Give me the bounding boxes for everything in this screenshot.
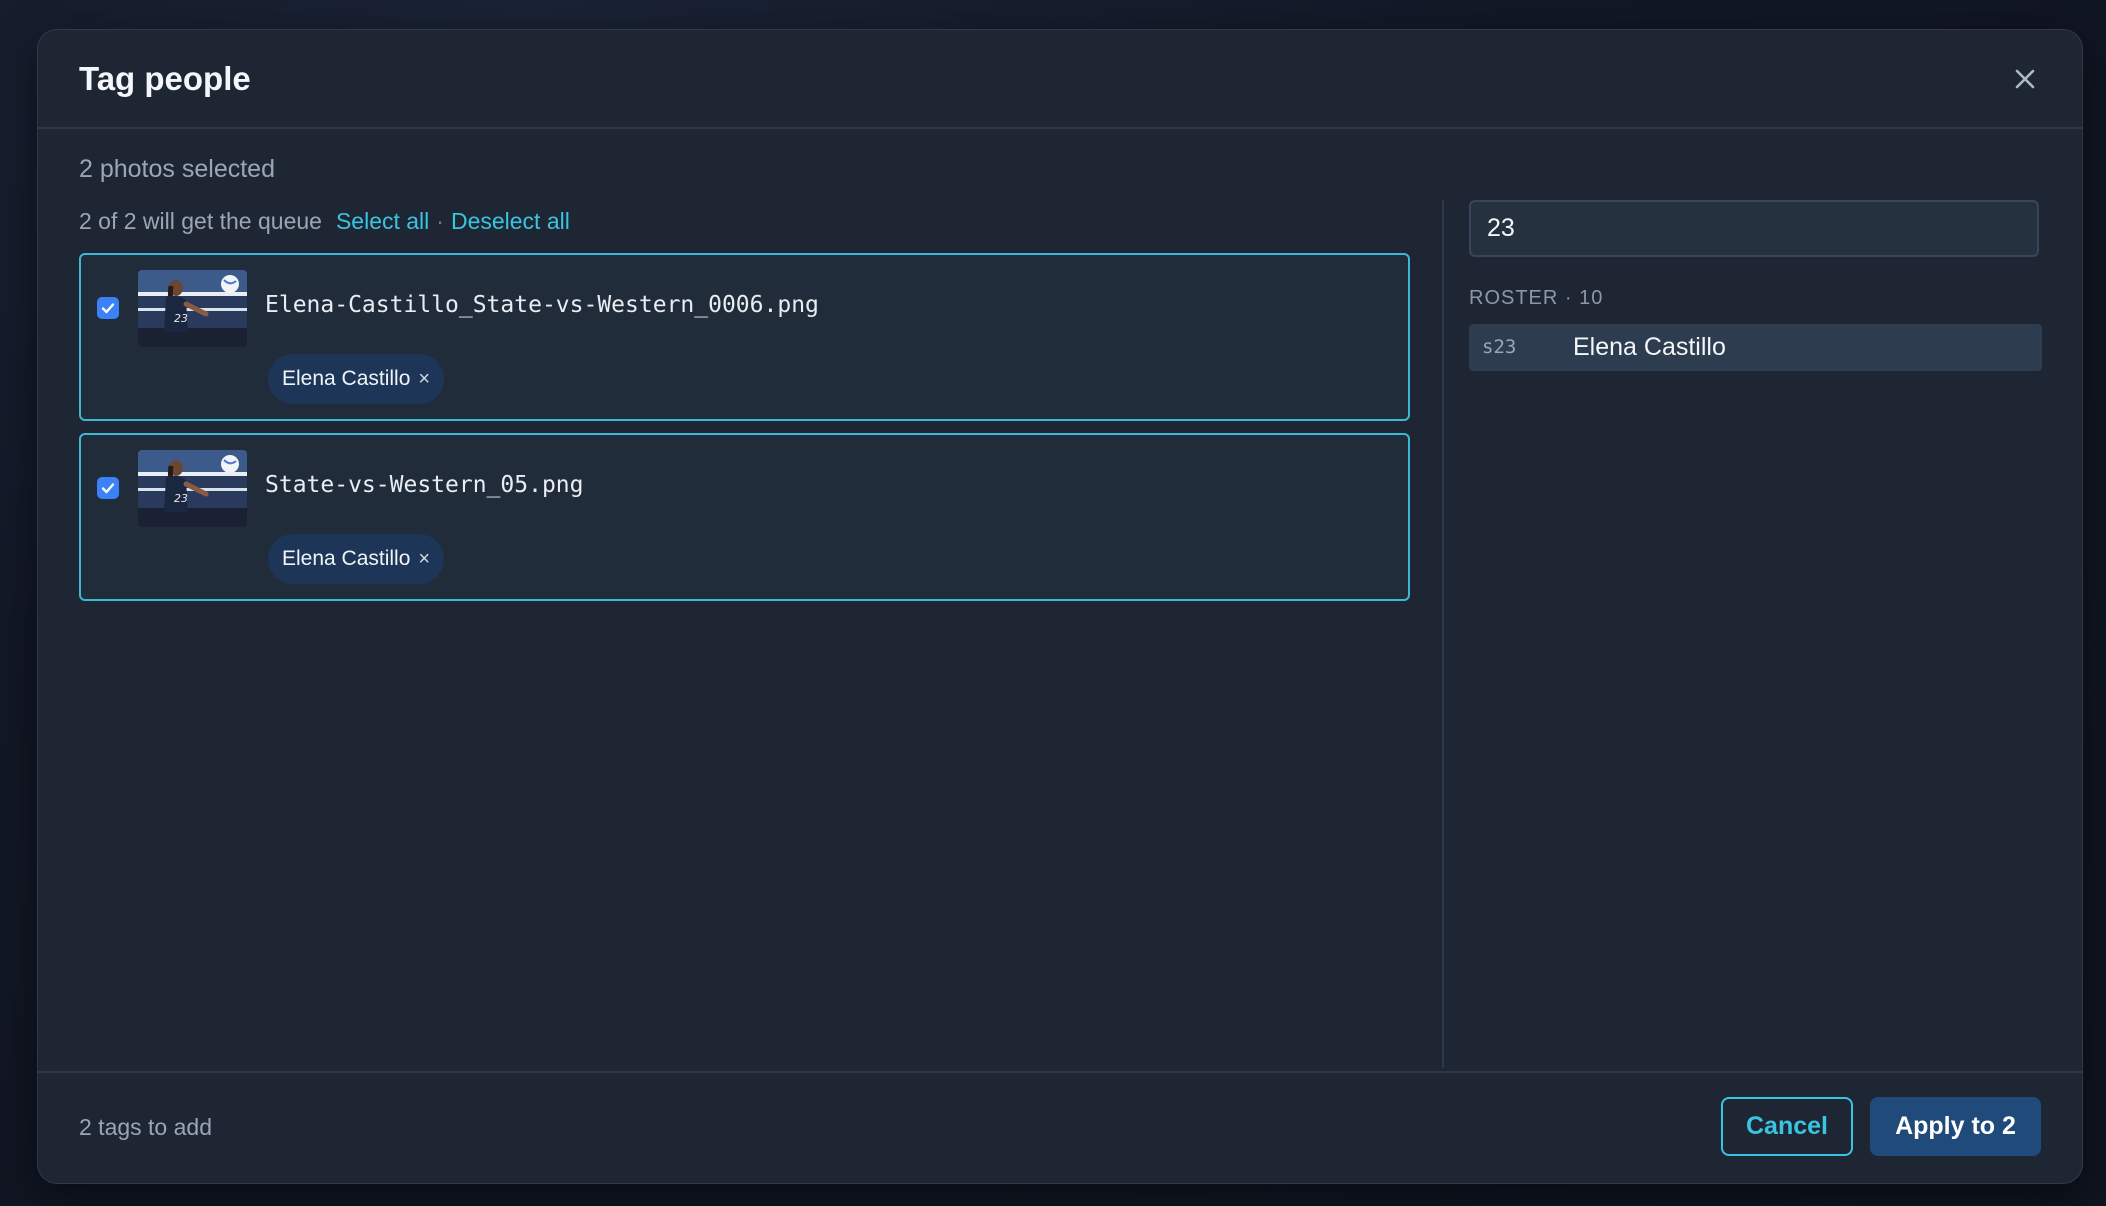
dialog-footer: 2 tags to add Cancel Apply to 2: [38, 1071, 2082, 1183]
selection-summary: 2 photos selected: [79, 155, 275, 183]
cancel-button[interactable]: Cancel: [1721, 1097, 1853, 1156]
roster-heading: ROSTER · 10: [1469, 287, 1604, 309]
roster-result-item[interactable]: s23 Elena Castillo: [1469, 324, 2042, 371]
photo-checkbox[interactable]: [97, 297, 119, 319]
svg-text:23: 23: [174, 492, 188, 505]
dialog-title: Tag people: [79, 60, 251, 97]
roster-name: Elena Castillo: [1573, 333, 1726, 361]
tag-chip-label: Elena Castillo: [282, 547, 411, 570]
queue-text: 2 of 2 will get the queue: [79, 208, 322, 234]
select-all-link[interactable]: Select all: [336, 208, 429, 234]
deselect-all-link[interactable]: Deselect all: [451, 208, 570, 234]
roster-code: s23: [1482, 336, 1517, 358]
tag-people-dialog: Tag people 2 photos selected 2 of 2 will…: [37, 29, 2083, 1184]
photo-checkbox[interactable]: [97, 477, 119, 499]
remove-tag-icon[interactable]: ×: [418, 548, 430, 571]
tags-to-add-status: 2 tags to add: [79, 1114, 212, 1140]
check-icon: [101, 483, 115, 494]
photo-card[interactable]: 23 State-vs-Western_05.png Elena Castill…: [79, 433, 1410, 601]
close-icon[interactable]: [2010, 64, 2040, 94]
tag-chip-label: Elena Castillo: [282, 367, 411, 390]
photo-card[interactable]: 23 Elena-Castillo_State-vs-Western_0006.…: [79, 253, 1410, 421]
link-separator: ·: [436, 208, 444, 234]
queue-line: 2 of 2 will get the queue Select all · Dese…: [79, 208, 570, 235]
photo-filename: Elena-Castillo_State-vs-Western_0006.png: [265, 292, 819, 318]
check-icon: [101, 303, 115, 314]
tag-chip: Elena Castillo ×: [268, 534, 445, 584]
tag-chip: Elena Castillo ×: [268, 354, 445, 404]
people-search-input[interactable]: [1469, 200, 2039, 257]
apply-button[interactable]: Apply to 2: [1870, 1097, 2041, 1156]
photo-thumbnail: 23: [138, 270, 247, 347]
panel-divider: [1442, 200, 1444, 1068]
svg-text:23: 23: [174, 312, 188, 325]
photo-filename: State-vs-Western_05.png: [265, 472, 584, 498]
photo-thumbnail: 23: [138, 450, 247, 527]
remove-tag-icon[interactable]: ×: [418, 368, 430, 391]
dialog-header: Tag people: [38, 30, 2082, 129]
